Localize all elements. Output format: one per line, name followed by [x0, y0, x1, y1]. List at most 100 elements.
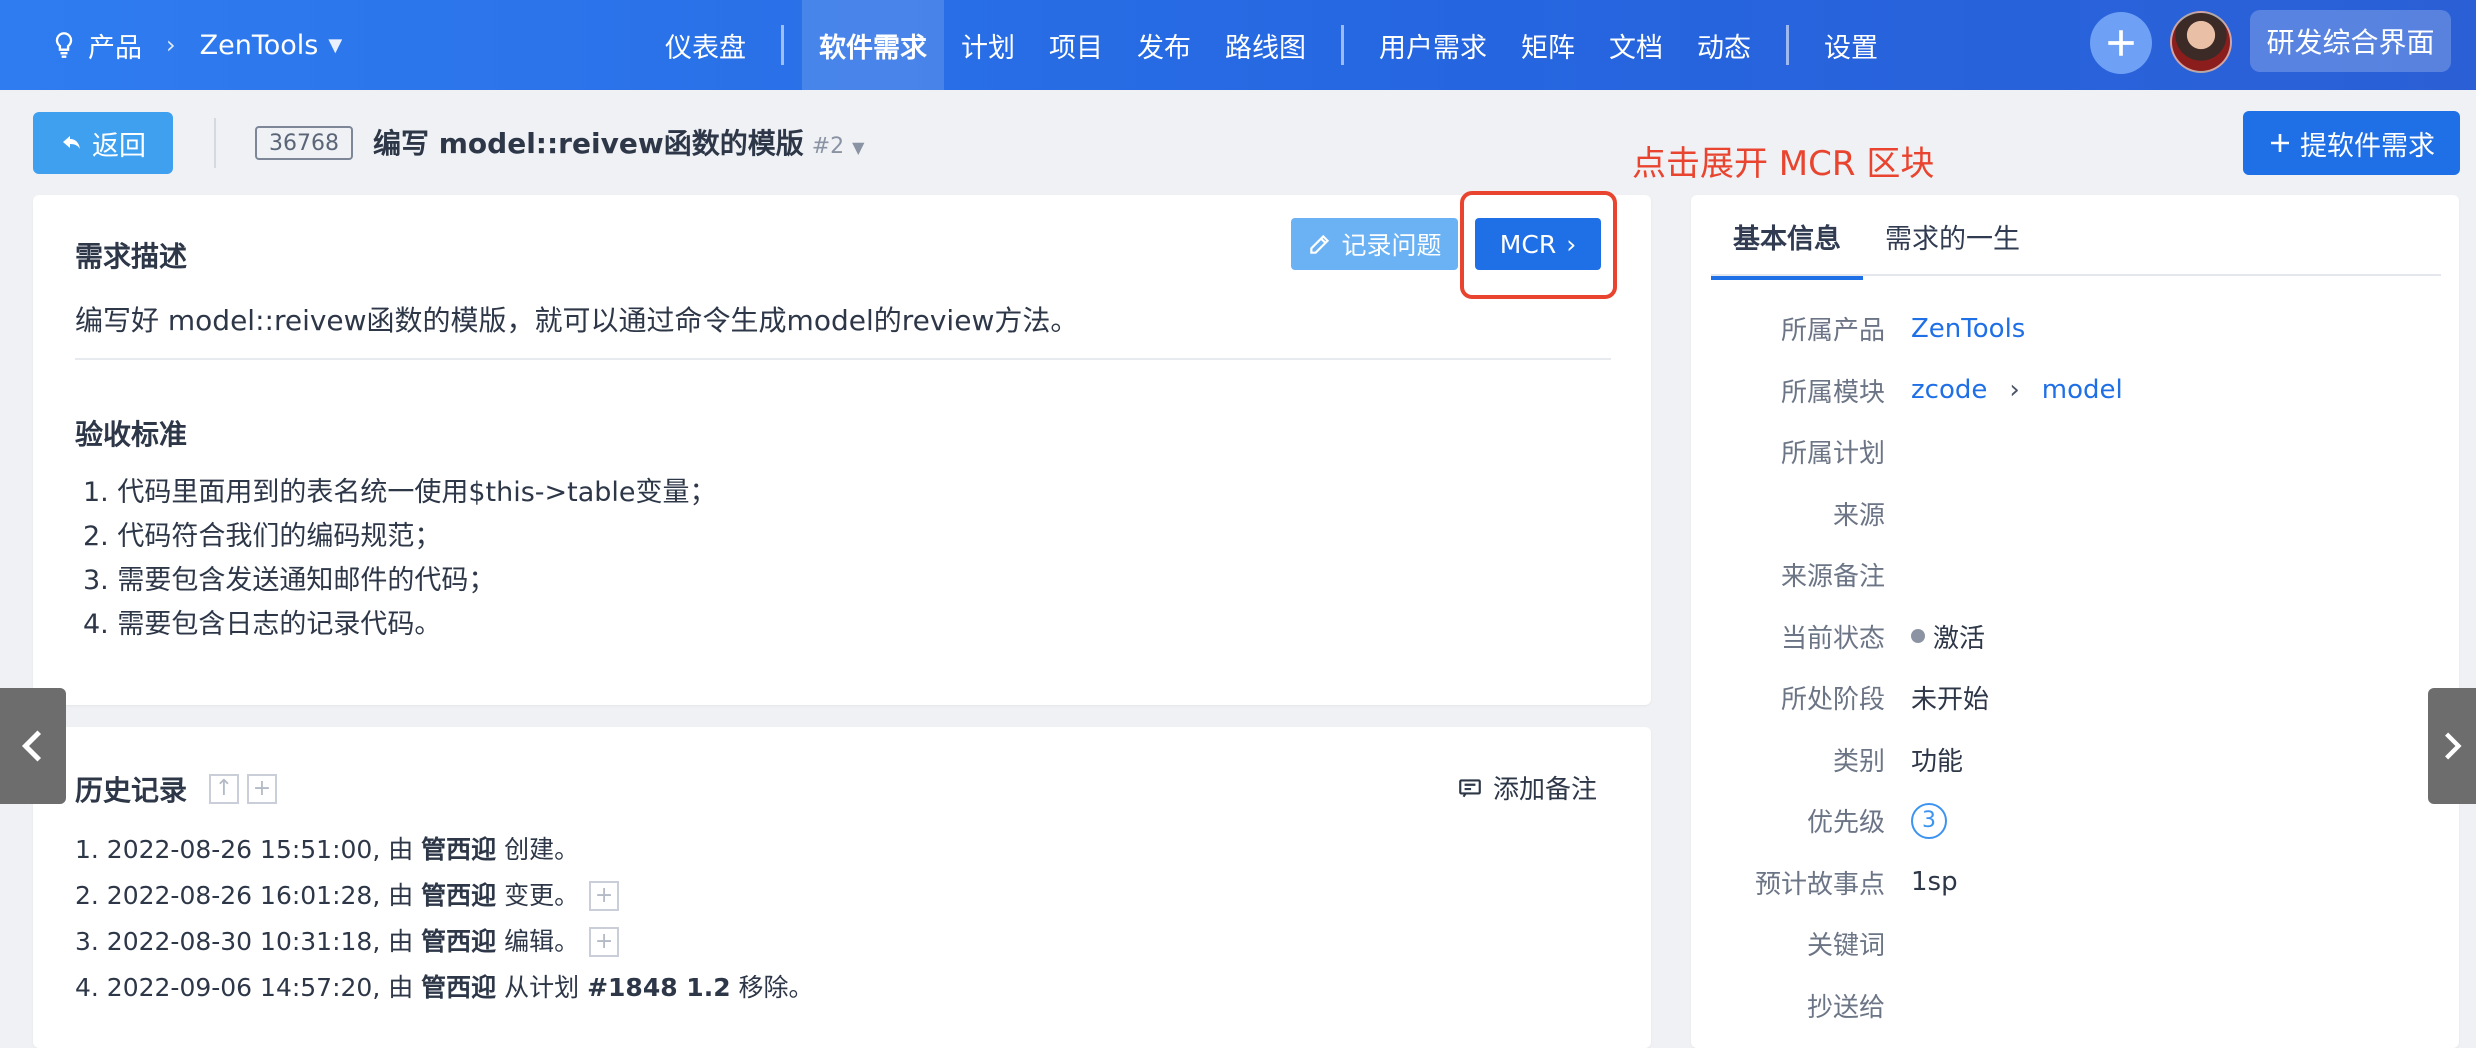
lightbulb-icon	[55, 32, 73, 58]
history-tools: ↑ +	[209, 774, 277, 804]
nav-docs[interactable]: 文档	[1592, 0, 1680, 90]
history-entry-text: 4. 2022-09-06 14:57:20, 由	[75, 973, 422, 1002]
pencil-icon	[1310, 234, 1330, 254]
prop-key: 所属计划	[1780, 439, 1885, 470]
prop-module: 所属模块 zcode › model	[1691, 360, 2459, 422]
comment-icon	[1459, 778, 1481, 797]
history-entry-action: 从计划	[496, 973, 588, 1002]
prop-key: 关键词	[1806, 931, 1885, 962]
mcr-highlight-frame	[1460, 191, 1617, 299]
property-list: 所属产品 ZenTools 所属模块 zcode › model 所属计划 来源…	[1691, 298, 2459, 1036]
mcr-annotation: 点击展开 MCR 区块	[1632, 144, 1935, 184]
nav-dashboard[interactable]: 仪表盘	[648, 0, 763, 90]
tab-story-life[interactable]: 需求的一生	[1863, 217, 2042, 280]
prev-story-button[interactable]	[0, 688, 66, 804]
create-story-label: 提软件需求	[2300, 130, 2435, 162]
status-dot-icon	[1911, 629, 1925, 644]
history-list: 1. 2022-08-26 15:51:00, 由 管西迎 创建。 2. 202…	[75, 827, 814, 1011]
prop-key: 来源	[1832, 500, 1885, 531]
sort-up-icon[interactable]: ↑	[209, 774, 239, 804]
nav-stories[interactable]: 软件需求	[802, 0, 944, 90]
quick-create-button[interactable]	[2090, 12, 2152, 74]
main-nav: 仪表盘 软件需求 计划 项目 发布 路线图 用户需求 矩阵 文档 动态 设置	[648, 0, 1895, 90]
submodule-link[interactable]: model	[2042, 375, 2123, 405]
plus-icon	[2108, 30, 2134, 56]
tab-basic-info[interactable]: 基本信息	[1711, 217, 1863, 280]
nav-release[interactable]: 发布	[1120, 0, 1208, 90]
history-card: 历史记录 ↑ + 添加备注 1. 2022-08-26 15:51:00, 由 …	[33, 727, 1651, 1048]
history-entry-user: 管西迎	[421, 973, 497, 1002]
prop-key: 所处阶段	[1780, 685, 1885, 716]
description-title: 需求描述	[75, 240, 188, 273]
prop-source-note: 来源备注	[1691, 544, 2459, 606]
product-label[interactable]: 产品	[88, 26, 142, 65]
history-entry: 1. 2022-08-26 15:51:00, 由 管西迎 创建。	[75, 827, 814, 873]
plan-link[interactable]: #1848 1.2	[587, 973, 731, 1002]
story-title: 编写 model::reivew函数的模版 #2 ▼	[373, 122, 864, 162]
nav-dynamics[interactable]: 动态	[1680, 0, 1768, 90]
nav-matrix[interactable]: 矩阵	[1504, 0, 1592, 90]
user-avatar[interactable]	[2170, 11, 2232, 73]
story-id-badge: 36768	[255, 126, 353, 160]
prop-product: 所属产品 ZenTools	[1691, 298, 2459, 360]
nav-user-requirements[interactable]: 用户需求	[1362, 0, 1504, 90]
prop-key: 当前状态	[1780, 623, 1885, 654]
prop-key: 类别	[1832, 746, 1885, 777]
prop-category: 类别 功能	[1691, 729, 2459, 791]
nav-roadmap[interactable]: 路线图	[1208, 0, 1323, 90]
undo-arrow-icon	[63, 136, 80, 149]
prop-stage: 所处阶段 未开始	[1691, 667, 2459, 729]
basic-info-panel: 基本信息 需求的一生 所属产品 ZenTools 所属模块 zcode › mo…	[1691, 195, 2459, 1048]
prop-key: 所属产品	[1780, 316, 1885, 347]
add-note-button[interactable]: 添加备注	[1457, 769, 1597, 806]
create-story-button[interactable]: 提软件需求	[2243, 111, 2460, 175]
prop-key: 预计故事点	[1754, 869, 1885, 900]
history-entry-user: 管西迎	[421, 881, 497, 910]
section-divider	[75, 358, 1611, 360]
product-switcher[interactable]: ZenTools	[200, 30, 319, 61]
back-button[interactable]: 返回	[33, 112, 173, 174]
nav-project[interactable]: 项目	[1032, 0, 1120, 90]
history-entry-action: 移除。	[730, 973, 814, 1002]
nav-settings[interactable]: 设置	[1807, 0, 1895, 90]
workspace-switch-button[interactable]: 研发综合界面	[2250, 10, 2451, 72]
product-breadcrumb: 产品 › ZenTools ▼	[50, 0, 342, 90]
history-entry-action: 变更。	[496, 881, 580, 910]
description-card: 需求描述 记录问题 MCR › 编写好 model::reivew函数的模版，就…	[33, 191, 1651, 705]
history-title: 历史记录	[75, 774, 188, 807]
criteria-title: 验收标准	[75, 418, 188, 451]
next-story-button[interactable]	[2428, 688, 2476, 804]
nav-divider	[1786, 25, 1789, 65]
module-link[interactable]: zcode	[1911, 375, 1987, 405]
history-entry: 4. 2022-09-06 14:57:20, 由 管西迎 从计划 #1848 …	[75, 965, 814, 1011]
log-issue-button[interactable]: 记录问题	[1291, 218, 1458, 270]
prop-priority: 优先级 3	[1691, 790, 2459, 852]
priority-value: 3	[1911, 802, 1947, 839]
prop-key: 来源备注	[1780, 562, 1885, 593]
chevron-left-icon	[21, 730, 42, 762]
caret-down-icon[interactable]: ▼	[328, 35, 342, 56]
history-entry-user: 管西迎	[421, 927, 497, 956]
plus-icon	[2271, 134, 2289, 152]
product-link[interactable]: ZenTools	[1911, 314, 2025, 344]
version-switcher[interactable]: #2 ▼	[812, 134, 865, 159]
back-button-label: 返回	[92, 130, 146, 162]
nav-divider	[1341, 25, 1344, 65]
history-entry: 3. 2022-08-30 10:31:18, 由 管西迎 编辑。 +	[75, 919, 814, 965]
story-version: #2	[811, 134, 845, 159]
prop-source: 来源	[1691, 483, 2459, 545]
prop-value: 1sp	[1911, 867, 1958, 898]
history-entry-action: 编辑。	[496, 927, 580, 956]
criteria-item: 4. 需要包含日志的记录代码。	[83, 609, 442, 640]
tab-underline	[1711, 274, 2441, 276]
expand-all-icon[interactable]: +	[247, 774, 277, 804]
expand-entry-icon[interactable]: +	[589, 881, 620, 911]
prop-cc: 抄送给	[1691, 975, 2459, 1037]
chevron-right-icon	[2445, 732, 2462, 760]
history-entry-text: 2. 2022-08-26 16:01:28, 由	[75, 881, 422, 910]
priority-badge: 3	[1911, 802, 1947, 839]
nav-plan[interactable]: 计划	[944, 0, 1032, 90]
criteria-item: 2. 代码符合我们的编码规范；	[83, 521, 442, 552]
chevron-right-icon: ›	[166, 31, 176, 59]
expand-entry-icon[interactable]: +	[589, 927, 620, 957]
